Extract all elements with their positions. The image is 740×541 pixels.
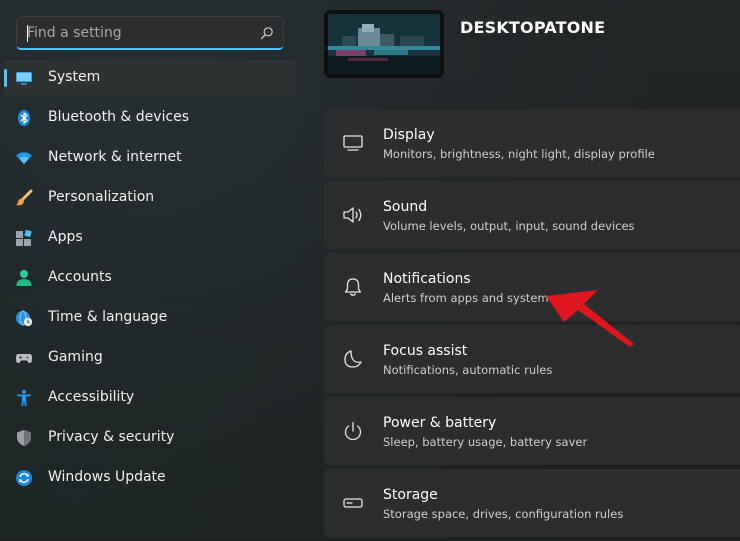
card-title: Notifications bbox=[383, 271, 471, 287]
text-caret bbox=[27, 25, 28, 42]
wifi-icon bbox=[16, 152, 32, 164]
globe-clock-icon bbox=[16, 310, 33, 327]
sidebar-item-time-language[interactable]: Time & language bbox=[4, 300, 296, 336]
sidebar-item-personalization[interactable]: Personalization bbox=[4, 180, 296, 216]
annotation-arrow-icon bbox=[546, 290, 634, 347]
gamepad-icon bbox=[16, 354, 32, 363]
card-notifications[interactable]: Notifications Alerts from apps and syste… bbox=[324, 253, 740, 321]
sidebar-item-apps[interactable]: Apps bbox=[4, 220, 296, 256]
card-sound[interactable]: Sound Volume levels, output, input, soun… bbox=[324, 181, 740, 249]
card-title: Storage bbox=[383, 487, 438, 503]
card-subtitle: Sleep, battery usage, battery saver bbox=[383, 435, 588, 449]
search-input[interactable] bbox=[27, 17, 247, 49]
sidebar-item-label: Bluetooth & devices bbox=[48, 109, 190, 125]
sidebar-item-label: Gaming bbox=[48, 349, 103, 365]
bell-icon bbox=[344, 278, 362, 296]
card-subtitle: Monitors, brightness, night light, displ… bbox=[383, 147, 655, 161]
display-icon bbox=[343, 135, 363, 151]
card-display[interactable]: Display Monitors, brightness, night ligh… bbox=[324, 109, 740, 177]
sidebar-item-label: Apps bbox=[48, 229, 83, 245]
sidebar-item-label: Accessibility bbox=[48, 389, 135, 405]
shield-icon bbox=[17, 430, 31, 446]
search-box[interactable] bbox=[16, 16, 284, 50]
card-title: Focus assist bbox=[383, 343, 468, 359]
card-subtitle: Notifications, automatic rules bbox=[383, 363, 553, 377]
sidebar-item-windows-update[interactable]: Windows Update bbox=[4, 460, 296, 496]
sidebar-item-label: Network & internet bbox=[48, 149, 182, 165]
bluetooth-icon bbox=[18, 109, 30, 127]
card-title: Display bbox=[383, 127, 435, 143]
cityscape-image bbox=[328, 14, 440, 74]
search-icon[interactable] bbox=[260, 26, 274, 40]
sidebar: System Bluetooth & devices Network & int… bbox=[0, 0, 306, 540]
desktop-wallpaper-thumbnail[interactable] bbox=[324, 10, 444, 78]
monitor-icon bbox=[16, 72, 32, 85]
sidebar-item-system[interactable]: System bbox=[4, 60, 296, 96]
sidebar-item-bluetooth[interactable]: Bluetooth & devices bbox=[4, 100, 296, 136]
update-icon bbox=[16, 470, 32, 486]
settings-list: Display Monitors, brightness, night ligh… bbox=[324, 109, 740, 541]
card-power-battery[interactable]: Power & battery Sleep, battery usage, ba… bbox=[324, 397, 740, 465]
card-subtitle: Storage space, drives, configuration rul… bbox=[383, 507, 624, 521]
sidebar-item-privacy-security[interactable]: Privacy & security bbox=[4, 420, 296, 456]
sidebar-item-label: Windows Update bbox=[48, 469, 166, 485]
sidebar-item-network[interactable]: Network & internet bbox=[4, 140, 296, 176]
moon-icon bbox=[344, 350, 362, 368]
sidebar-item-label: Accounts bbox=[48, 269, 112, 285]
card-storage[interactable]: Storage Storage space, drives, configura… bbox=[324, 469, 740, 537]
sidebar-item-label: System bbox=[48, 69, 101, 85]
person-icon bbox=[16, 270, 32, 286]
sidebar-item-gaming[interactable]: Gaming bbox=[4, 340, 296, 376]
card-subtitle: Volume levels, output, input, sound devi… bbox=[383, 219, 635, 233]
sidebar-item-label: Privacy & security bbox=[48, 429, 175, 445]
apps-icon bbox=[16, 229, 32, 246]
sidebar-nav: System Bluetooth & devices Network & int… bbox=[4, 60, 296, 500]
card-title: Power & battery bbox=[383, 415, 497, 431]
sidebar-item-label: Time & language bbox=[48, 309, 168, 325]
device-name: DESKTOPATONE bbox=[460, 18, 606, 37]
selection-indicator bbox=[4, 69, 7, 87]
power-icon bbox=[344, 421, 362, 441]
accessibility-icon bbox=[17, 389, 31, 406]
speaker-icon bbox=[343, 207, 362, 223]
sidebar-item-label: Personalization bbox=[48, 189, 155, 205]
storage-icon bbox=[343, 498, 363, 508]
card-focus-assist[interactable]: Focus assist Notifications, automatic ru… bbox=[324, 325, 740, 393]
brush-icon bbox=[16, 189, 33, 206]
sidebar-item-accessibility[interactable]: Accessibility bbox=[4, 380, 296, 416]
sidebar-item-accounts[interactable]: Accounts bbox=[4, 260, 296, 296]
card-title: Sound bbox=[383, 199, 428, 215]
card-subtitle: Alerts from apps and system bbox=[383, 291, 549, 305]
